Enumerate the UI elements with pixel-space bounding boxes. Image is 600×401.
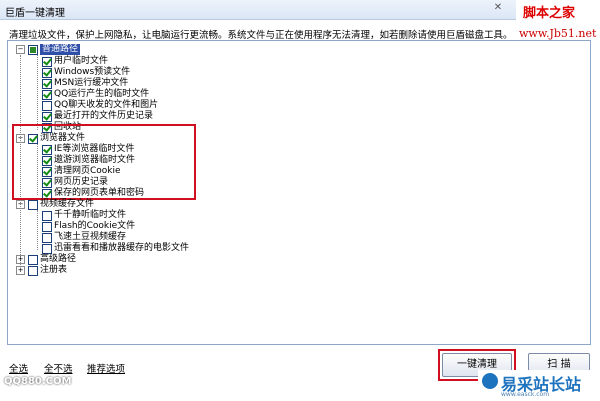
window-title: 巨盾一键清理 <box>5 8 65 19</box>
item-label: 迅雷看看和播放器缓存的电影文件 <box>54 243 190 253</box>
tree-node-common[interactable]: − 普通路径 <box>16 44 81 55</box>
tree-node-advanced[interactable]: + 高级路径 <box>16 254 76 265</box>
list-item[interactable]: 迅雷看看和播放器缓存的电影文件 <box>42 243 189 254</box>
tree-node-registry[interactable]: + 注册表 <box>16 265 67 276</box>
checkbox[interactable] <box>42 111 52 122</box>
checkbox[interactable] <box>42 56 52 67</box>
watermark-url: www.easck.com <box>501 391 550 398</box>
item-label: 用户临时文件 <box>54 56 109 66</box>
list-item[interactable]: Windows预读文件 <box>42 67 130 78</box>
item-label: Flash的Cookie文件 <box>54 221 136 231</box>
watermark-bottom-right: 易采站长站 www.easck.com <box>478 370 600 401</box>
checkbox-video[interactable] <box>28 199 38 210</box>
checkbox-registry[interactable] <box>28 265 38 276</box>
checkbox[interactable] <box>42 221 52 232</box>
select-all-link[interactable]: 全选 <box>9 361 28 375</box>
checkbox-common[interactable] <box>28 44 38 55</box>
item-label: QQ聊天收发的文件和图片 <box>54 100 159 110</box>
checkbox[interactable] <box>42 100 52 111</box>
checkbox-advanced[interactable] <box>28 254 38 265</box>
list-item[interactable]: 用户临时文件 <box>42 56 108 67</box>
item-label: QQ运行产生的临时文件 <box>54 89 150 99</box>
expand-icon[interactable]: + <box>16 255 25 264</box>
list-item[interactable]: Flash的Cookie文件 <box>42 221 135 232</box>
watermark-bottom-left: QQ880.COM <box>4 376 72 387</box>
list-item[interactable]: QQ聊天收发的文件和图片 <box>42 100 158 111</box>
checkbox[interactable] <box>42 67 52 78</box>
recommended-link[interactable]: 推荐选项 <box>87 361 125 375</box>
checkbox[interactable] <box>42 89 52 100</box>
collapse-icon[interactable]: − <box>16 200 25 209</box>
tree-node-label: 高级路径 <box>40 254 77 264</box>
list-item[interactable]: 最近打开的文件历史记录 <box>42 111 153 122</box>
tree-node-label: 注册表 <box>40 265 68 275</box>
item-label: 飞速土豆视频缓存 <box>54 232 127 242</box>
watermark-url: www.Jb51.net <box>519 27 597 40</box>
checkbox[interactable] <box>42 243 52 254</box>
tree-node-label: 普通路径 <box>40 44 81 55</box>
tree-guide-line <box>37 210 38 250</box>
checkbox[interactable] <box>42 232 52 243</box>
item-label: Windows预读文件 <box>54 67 131 77</box>
checkbox[interactable] <box>42 210 52 221</box>
description-text: 清理垃圾文件，保护上网隐私，让电脑运行更流畅。系统文件与正在使用程序无法清理，如… <box>9 30 513 41</box>
list-item[interactable]: QQ运行产生的临时文件 <box>42 89 149 100</box>
tree-node-video[interactable]: − 视频缓存文件 <box>16 199 94 210</box>
watermark-text: 脚本之家 <box>523 6 576 21</box>
tree-node-label: 视频缓存文件 <box>40 199 95 209</box>
site-logo-icon <box>482 373 498 389</box>
item-label: 千千静听临时文件 <box>54 210 127 220</box>
highlight-box <box>12 124 196 200</box>
checkbox[interactable] <box>42 78 52 89</box>
select-none-link[interactable]: 全不选 <box>44 361 73 375</box>
list-item[interactable]: MSN运行缓冲文件 <box>42 78 128 89</box>
item-label: 最近打开的文件历史记录 <box>54 111 154 121</box>
list-item[interactable]: 千千静听临时文件 <box>42 210 126 221</box>
collapse-icon[interactable]: − <box>16 45 25 54</box>
expand-icon[interactable]: + <box>16 266 25 275</box>
list-item[interactable]: 飞速土豆视频缓存 <box>42 232 126 243</box>
close-icon[interactable]: ✕ <box>492 2 504 14</box>
tree-guide-line <box>37 55 38 130</box>
item-label: MSN运行缓冲文件 <box>54 78 129 88</box>
title-bar: 巨盾一键清理 ✕ <box>0 0 600 20</box>
